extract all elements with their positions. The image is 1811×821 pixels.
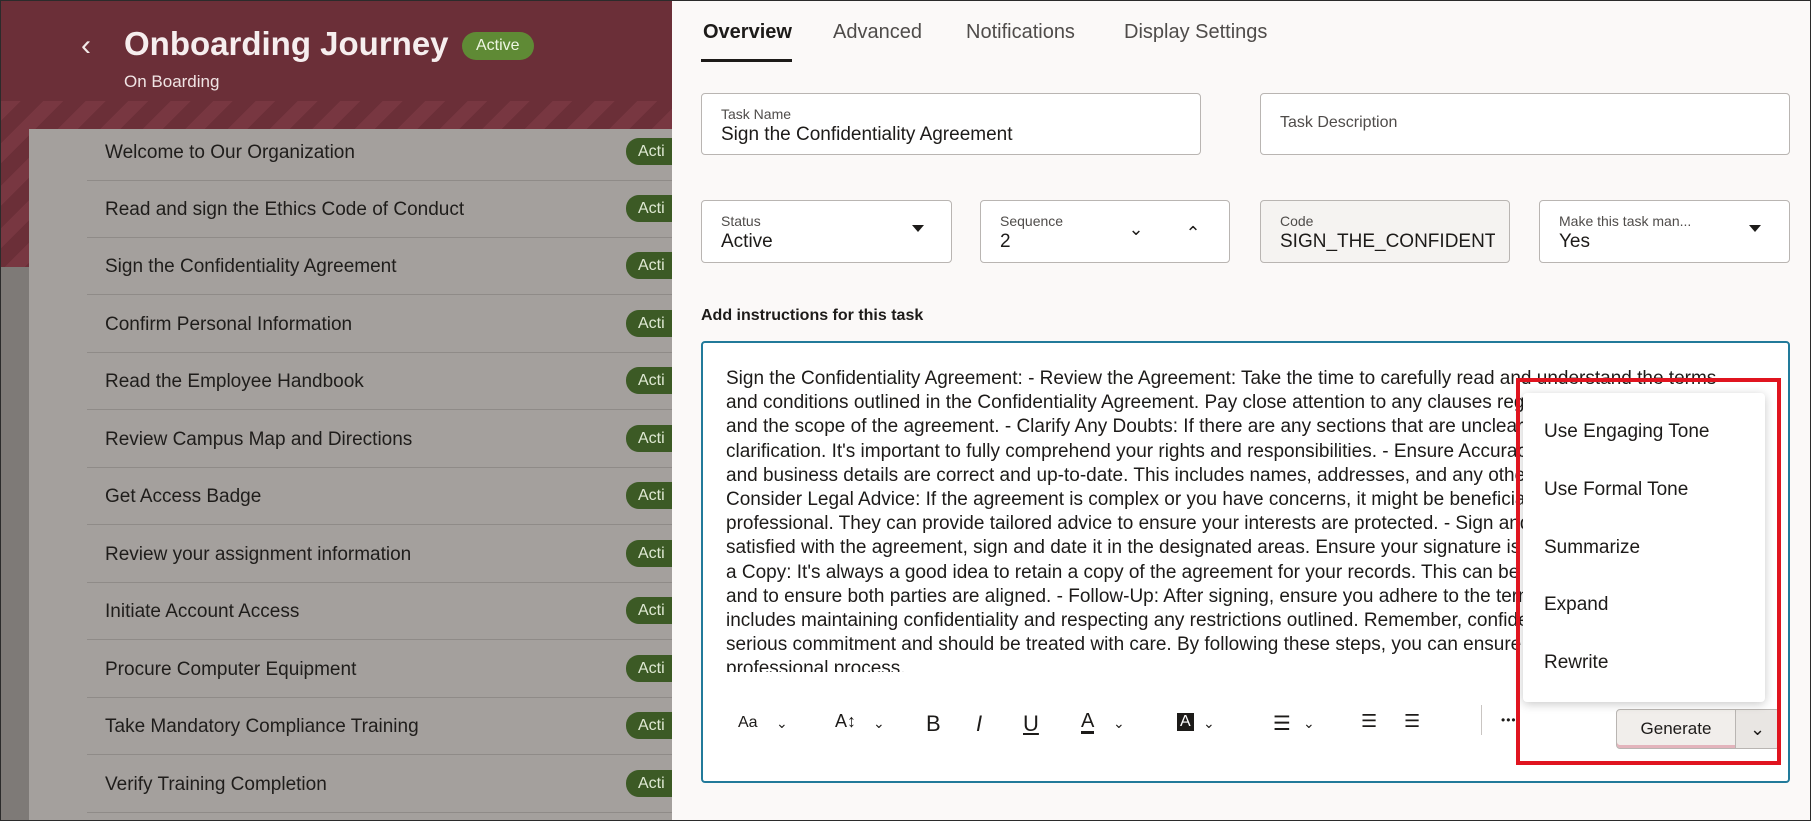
task-description-field[interactable]: Task Description — [1260, 93, 1790, 155]
task-description-placeholder: Task Description — [1280, 114, 1398, 131]
task-list-item[interactable]: Initiate Account Access Acti — [87, 583, 686, 640]
toolbar-divider — [1481, 705, 1482, 735]
task-list-item[interactable]: Read the Employee Handbook Acti — [87, 353, 686, 410]
task-list-item[interactable]: Take Mandatory Compliance Training Acti — [87, 698, 686, 755]
chevron-down-icon[interactable]: ⌄ — [1113, 715, 1125, 732]
task-name: Read and sign the Ethics Code of Conduct — [105, 199, 465, 220]
task-list-item[interactable]: Procure Computer Equipment Acti — [87, 641, 686, 698]
journey-subtitle: On Boarding — [124, 72, 220, 91]
task-list-item[interactable]: Read and sign the Ethics Code of Conduct… — [87, 181, 686, 238]
chevron-down-icon[interactable]: ⌄ — [776, 715, 788, 732]
more-options-icon[interactable]: ••• — [1501, 713, 1517, 727]
task-name: Verify Training Completion — [105, 774, 327, 795]
journey-status-badge: Active — [462, 32, 534, 60]
task-name: Get Access Badge — [105, 486, 262, 507]
mandatory-label: Make this task man... — [1559, 213, 1692, 229]
task-list-item[interactable]: Confirm Personal Information Acti — [87, 296, 686, 353]
font-family-icon[interactable]: Aa — [738, 714, 758, 732]
active-tab-indicator — [701, 59, 792, 62]
chevron-down-icon[interactable]: ⌄ — [873, 715, 885, 732]
task-list-item[interactable]: Get Access Badge Acti — [87, 468, 686, 525]
task-list-item[interactable]: Review your assignment information Acti — [87, 526, 686, 583]
task-name: Review Campus Map and Directions — [105, 429, 413, 450]
italic-icon[interactable]: I — [976, 711, 982, 737]
task-list-item[interactable]: Verify Training Completion Acti — [87, 756, 686, 813]
chevron-down-icon[interactable]: ⌄ — [1303, 715, 1315, 732]
back-chevron-icon[interactable]: ‹ — [81, 31, 105, 61]
task-name-value: Sign the Confidentiality Agreement — [721, 124, 1013, 145]
sequence-label: Sequence — [1000, 213, 1064, 229]
align-left-icon[interactable]: ☰ — [1273, 711, 1291, 736]
status-label: Status — [721, 213, 761, 229]
font-size-icon[interactable]: A↕ — [835, 711, 856, 732]
status-select[interactable]: Status Active — [701, 200, 952, 263]
tab-notifications[interactable]: Notifications — [966, 21, 1075, 44]
task-name: Initiate Account Access — [105, 601, 300, 622]
highlight-color-icon[interactable]: A — [1177, 713, 1194, 731]
sequence-value: 2 — [1000, 231, 1011, 252]
underline-icon[interactable]: U — [1023, 711, 1039, 737]
code-value: SIGN_THE_CONFIDENTI — [1280, 231, 1495, 252]
code-field[interactable]: Code SIGN_THE_CONFIDENTI — [1260, 200, 1510, 263]
task-list-item[interactable]: Sign the Confidentiality Agreement Acti — [87, 238, 686, 295]
task-name: Take Mandatory Compliance Training — [105, 716, 419, 737]
caret-down-icon — [1749, 225, 1761, 232]
bold-icon[interactable]: B — [926, 711, 941, 737]
bulleted-list-icon[interactable]: ☰ — [1361, 711, 1377, 732]
caret-down-icon — [912, 225, 924, 232]
task-list-item[interactable]: Welcome to Our Organization Acti — [87, 124, 686, 181]
task-name: Welcome to Our Organization — [105, 142, 355, 163]
decrement-chevron-down-icon[interactable]: ⌄ — [1126, 219, 1146, 239]
task-name: Procure Computer Equipment — [105, 659, 357, 680]
task-name-field[interactable]: Task Name Sign the Confidentiality Agree… — [701, 93, 1201, 155]
task-name: Review your assignment information — [105, 544, 412, 565]
instructions-label: Add instructions for this task — [701, 307, 924, 324]
text-color-icon[interactable]: A — [1081, 711, 1095, 734]
task-name-label: Task Name — [721, 106, 792, 122]
task-list-item[interactable]: Review Campus Map and Directions Acti — [87, 411, 686, 468]
mandatory-select[interactable]: Make this task man... Yes — [1539, 200, 1790, 263]
code-label: Code — [1280, 213, 1314, 229]
numbered-list-icon[interactable]: ☰ — [1404, 711, 1420, 732]
tab-display-settings[interactable]: Display Settings — [1124, 21, 1267, 44]
sequence-stepper[interactable]: Sequence 2 ⌄ ⌃ — [980, 200, 1230, 263]
mandatory-value: Yes — [1559, 231, 1590, 252]
annotation-highlight-box — [1516, 378, 1781, 765]
journey-title: Onboarding Journey — [124, 25, 449, 62]
tab-advanced[interactable]: Advanced — [833, 21, 922, 44]
status-value: Active — [721, 231, 773, 252]
task-name: Read the Employee Handbook — [105, 371, 364, 392]
app-window: ‹ Onboarding Journey Active On Boarding … — [0, 0, 1811, 821]
task-name: Confirm Personal Information — [105, 314, 353, 335]
task-name: Sign the Confidentiality Agreement — [105, 256, 397, 277]
tab-overview[interactable]: Overview — [703, 21, 792, 44]
chevron-down-icon[interactable]: ⌄ — [1203, 715, 1215, 732]
increment-chevron-up-icon[interactable]: ⌃ — [1183, 223, 1203, 243]
